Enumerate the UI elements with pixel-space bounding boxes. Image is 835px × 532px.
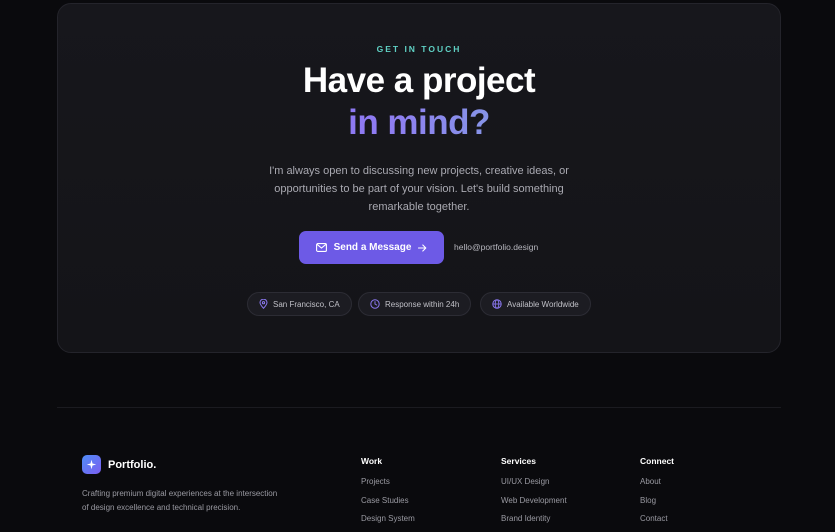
footer-link-brand-identity[interactable]: Brand Identity [501,514,567,532]
footer-link-about[interactable]: About [640,477,674,496]
footer-link-case-studies[interactable]: Case Studies [361,496,415,515]
column-title: Services [501,456,536,466]
footer-link-web-development[interactable]: Web Development [501,496,567,515]
footer-divider [57,407,781,408]
brand-description: Crafting premium digital experiences at … [82,489,278,512]
footer-column-services: Services UI/UX Design Web Development Br… [501,456,567,532]
location-chip: San Francisco, CA [247,292,352,316]
chip-label: Response within 24h [385,299,460,309]
send-message-label: Send a Message [333,242,412,253]
arrow-right-icon [418,243,427,252]
map-pin-icon [259,299,268,309]
globe-icon [492,299,502,309]
footer-link-blog[interactable]: Blog [640,496,674,515]
brand-name: Portfolio. [108,458,157,471]
footer-link-projects[interactable]: Projects [361,477,415,496]
section-eyebrow: GET IN TOUCH [376,44,462,54]
availability-chip: Available Worldwide [480,292,591,316]
footer-link-contact[interactable]: Contact [640,514,674,532]
headline-line-1: Have a project [302,61,536,100]
column-title: Connect [640,456,674,466]
headline-line-2-gradient: in mind? [58,103,780,143]
footer-brand[interactable]: Portfolio. [82,455,156,474]
chip-label: Available Worldwide [507,299,579,309]
send-message-button[interactable]: Send a Message [299,231,444,264]
clock-icon [370,299,380,309]
contact-cta-card: GET IN TOUCH Have a project in mind? I'm… [57,3,781,353]
footer-link-ui-ux-design[interactable]: UI/UX Design [501,477,567,496]
intro-paragraph: I'm always open to discussing new projec… [269,165,569,213]
footer-link-design-system[interactable]: Design System [361,514,415,532]
footer-column-work: Work Projects Case Studies Design System [361,456,415,532]
footer-column-connect: Connect About Blog Contact [640,456,674,532]
email-link[interactable]: hello@portfolio.design [454,242,538,252]
mail-icon [315,243,327,252]
chip-label: San Francisco, CA [273,299,340,309]
response-time-chip: Response within 24h [358,292,472,316]
logo-sparkle-icon [82,455,101,474]
column-title: Work [361,456,383,466]
